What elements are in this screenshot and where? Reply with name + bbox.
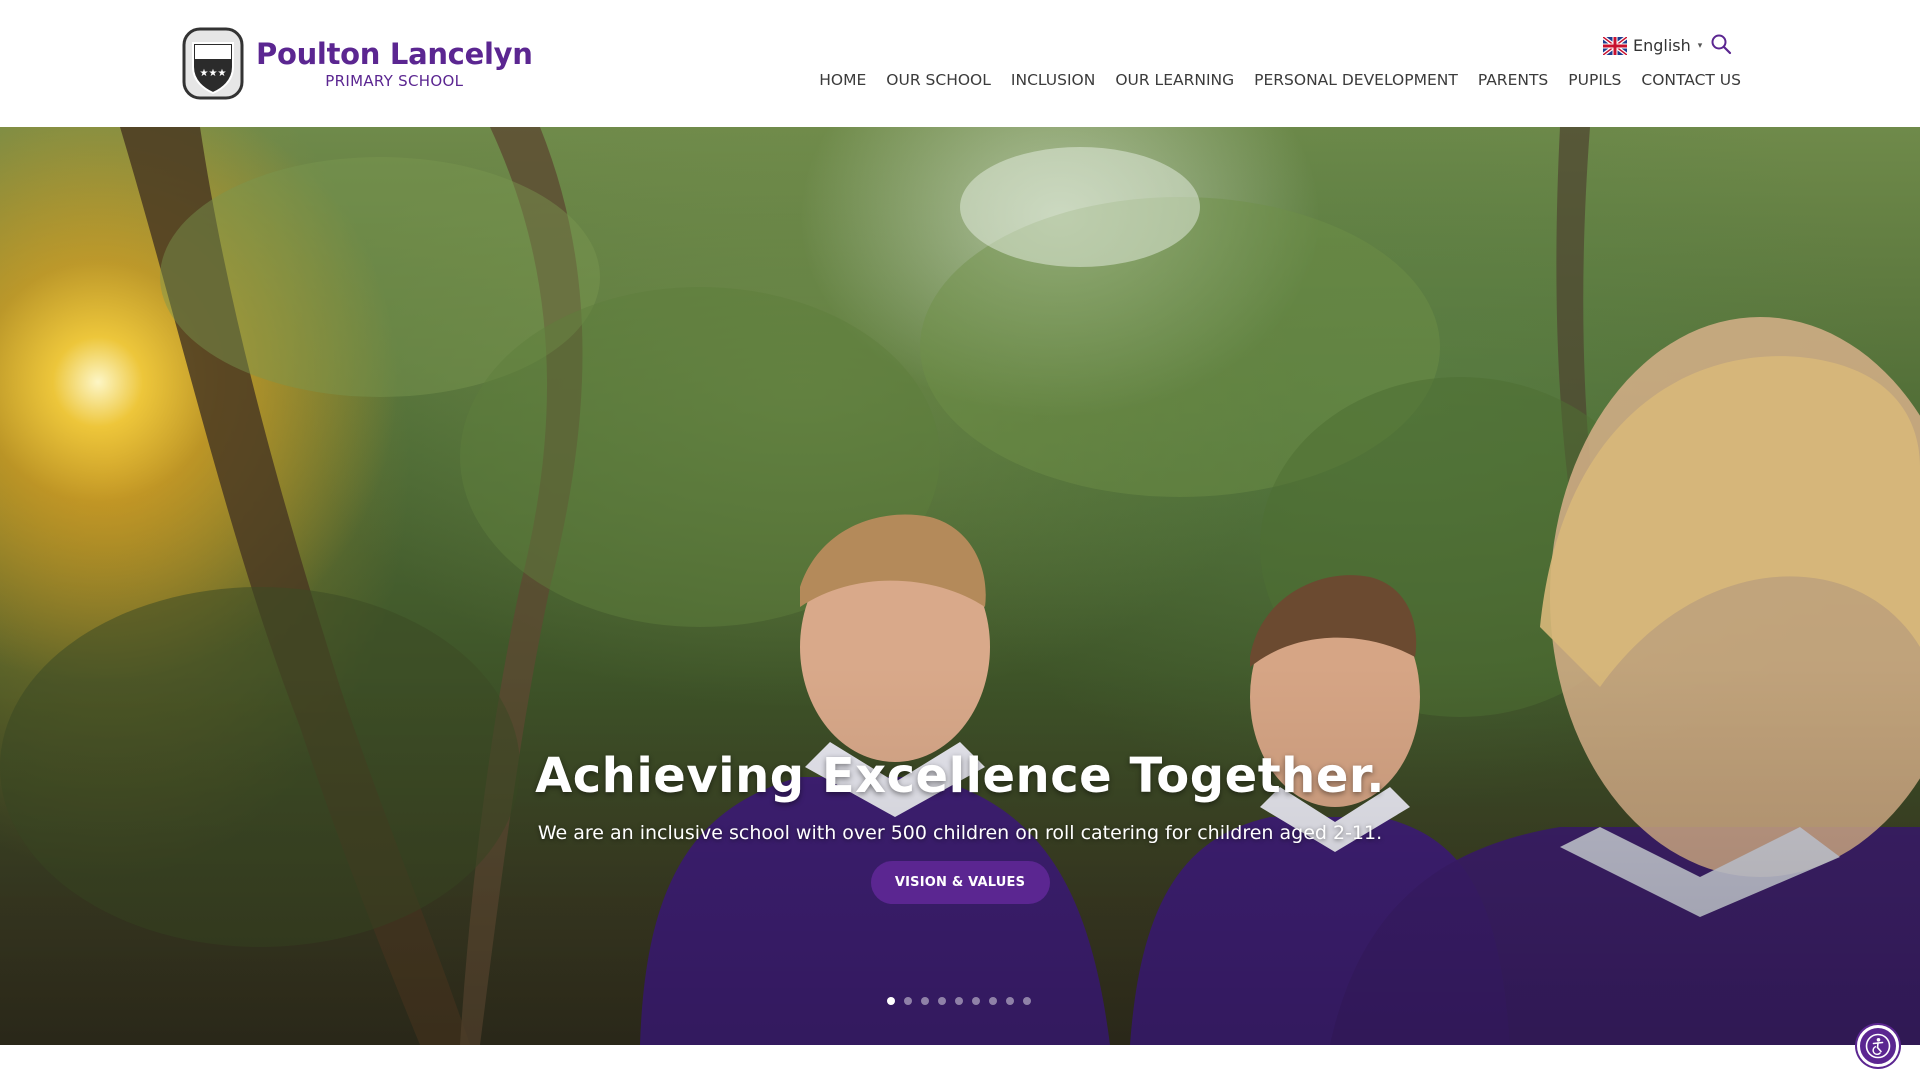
uk-flag-icon	[1603, 36, 1627, 55]
nav-parents[interactable]: PARENTS	[1478, 71, 1548, 89]
school-subtitle: PRIMARY SCHOOL	[325, 72, 464, 90]
school-crest-icon: ★★★	[182, 27, 244, 100]
slider-dot-1[interactable]	[887, 997, 895, 1005]
slider-dot-9[interactable]	[1023, 997, 1031, 1005]
slider-dot-7[interactable]	[989, 997, 997, 1005]
hero-title: Achieving Excellence Together.	[535, 748, 1385, 804]
language-label: English	[1633, 36, 1691, 55]
accessibility-button[interactable]	[1857, 1025, 1899, 1067]
nav-pupils[interactable]: PUPILS	[1568, 71, 1621, 89]
hero-caption: Achieving Excellence Together. We are an…	[0, 744, 1920, 904]
accessibility-icon	[1865, 1033, 1891, 1059]
brand-text: Poulton Lancelyn PRIMARY SCHOOL	[256, 37, 533, 90]
school-logo-link[interactable]: ★★★ Poulton Lancelyn PRIMARY SCHOOL	[182, 27, 533, 100]
site-header: ★★★ Poulton Lancelyn PRIMARY SCHOOL Engl…	[0, 0, 1920, 127]
nav-our-school[interactable]: OUR SCHOOL	[886, 71, 991, 89]
slider-dot-6[interactable]	[972, 997, 980, 1005]
slider-dot-3[interactable]	[921, 997, 929, 1005]
nav-personal-development[interactable]: PERSONAL DEVELOPMENT	[1254, 71, 1458, 89]
slider-dot-2[interactable]	[904, 997, 912, 1005]
slider-dot-5[interactable]	[955, 997, 963, 1005]
slider-dot-8[interactable]	[1006, 997, 1014, 1005]
nav-inclusion[interactable]: INCLUSION	[1011, 71, 1095, 89]
language-selector[interactable]: English ▾	[1603, 36, 1702, 55]
slider-dot-4[interactable]	[938, 997, 946, 1005]
search-icon[interactable]	[1710, 33, 1732, 55]
vision-values-button[interactable]: VISION & VALUES	[870, 861, 1050, 904]
chevron-down-icon: ▾	[1697, 40, 1703, 51]
nav-our-learning[interactable]: OUR LEARNING	[1115, 71, 1234, 89]
nav-contact-us[interactable]: CONTACT US	[1641, 71, 1741, 89]
slider-pagination	[887, 997, 1031, 1005]
svg-text:★★★: ★★★	[200, 68, 227, 79]
main-navigation: HOME OUR SCHOOL INCLUSION OUR LEARNING P…	[799, 71, 1741, 89]
hero-slider: Achieving Excellence Together. We are an…	[0, 127, 1920, 1045]
hero-description: We are an inclusive school with over 500…	[537, 822, 1383, 844]
nav-home[interactable]: HOME	[819, 71, 866, 89]
school-name: Poulton Lancelyn	[256, 37, 533, 71]
